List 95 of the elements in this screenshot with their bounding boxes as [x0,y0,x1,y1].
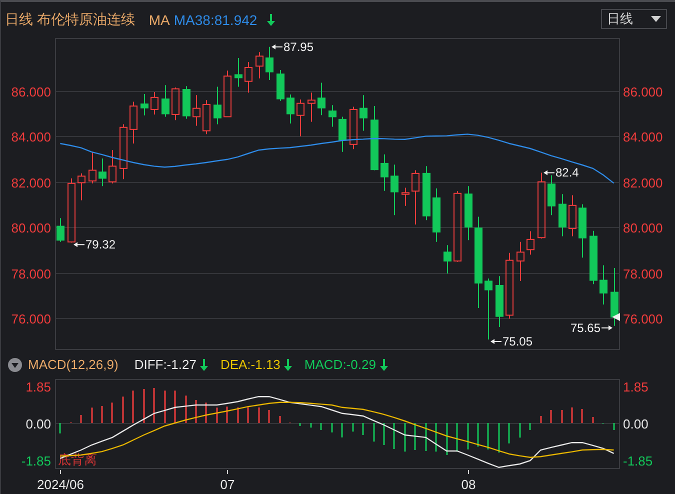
candlestick [422,166,430,221]
candlestick [590,230,598,285]
candlestick [338,116,346,152]
candlestick [548,174,556,216]
candlestick [78,172,86,201]
candlestick [328,104,336,128]
candlestick [244,62,252,94]
price-label: 82.4 [556,166,579,180]
candlestick [380,154,388,192]
candlestick [390,164,398,216]
current-price-marker [612,313,620,322]
axis-label: 78.000 [623,266,663,282]
axis-label: 1.85 [26,380,51,394]
arrow-icon [272,44,282,50]
date-label: 07 [220,477,235,492]
candlestick [444,244,452,274]
candlestick [140,94,148,116]
candlestick [98,158,106,187]
price-label: 87.95 [284,40,314,54]
candlestick [224,70,232,118]
axis-label: 0.00 [623,416,648,432]
candlestick [296,98,304,137]
candlestick [454,190,462,262]
candlestick [256,52,264,79]
indicator-value: DEA:-1.13 [220,357,280,372]
candlestick [202,100,210,135]
candlestick [276,69,284,102]
arrow-icon [74,242,84,248]
caret-icon [651,16,661,22]
candlestick [308,92,316,122]
indicator-value: MA38:81.942 [174,12,258,28]
candlestick [360,94,368,132]
candlestick [600,264,608,306]
candlestick [610,268,618,326]
arrow-icon [490,338,502,344]
candlestick [120,124,128,180]
axis-label: 76.000 [623,312,663,326]
candlestick [558,194,566,237]
axis-label: 78.000 [11,266,51,282]
axis-label: 82.000 [11,176,51,190]
candlestick [484,278,492,340]
axis-label: 82.000 [623,176,663,190]
candlestick [162,84,170,118]
candlestick [350,106,358,150]
axis-label: 84.000 [623,130,663,144]
indicator-value: MACD:-0.29 [304,357,376,372]
price-label: 79.32 [86,238,116,252]
date-label: 08 [461,477,476,492]
candlestick [568,194,576,237]
candlestick [578,204,586,258]
axis-label: 80.000 [11,220,51,236]
indicator-value: DIFF:-1.27 [134,357,196,372]
candlestick [214,86,222,125]
candlestick [172,86,180,121]
chart-title: 日线 布伦特原油连续 [5,11,135,29]
candlestick [496,276,504,328]
candlestick [402,187,410,206]
candlestick [506,252,514,320]
candlestick [56,218,64,242]
price-label: 75.05 [502,334,533,348]
indicator-label: MA [148,12,170,28]
candlestick [370,106,378,171]
axis-label: -1.85 [21,454,51,468]
candlestick [266,46,274,80]
candlestick [68,178,76,244]
price-label: 75.65 [570,320,600,335]
axis-label: 86.000 [11,84,51,100]
axis-label: 1.85 [623,380,648,394]
candlestick [150,92,158,115]
axis-label: 80.000 [623,220,663,236]
candlestick [88,151,96,184]
candlestick [192,94,200,126]
candlestick [108,150,116,184]
candlestick [464,186,472,241]
date-label: 2024/06 [37,477,84,492]
axis-label: 86.000 [623,84,663,100]
candlestick [130,101,138,144]
axis-label: 0.00 [26,416,51,432]
candlestick [526,230,534,256]
candlestick [318,82,326,116]
candlestick [516,241,524,282]
collapse-icon[interactable] [8,358,22,372]
candlestick [182,86,190,120]
arrow-icon [544,170,554,176]
indicator-label: MACD(12,26,9) [28,357,118,372]
candlestick [286,94,294,124]
candlestick [412,170,420,225]
axis-label: 76.000 [11,312,51,326]
axis-label: -1.85 [623,454,653,468]
period-dropdown[interactable]: 日线 [601,9,667,29]
candlestick [432,188,440,242]
candlestick [538,172,546,240]
arrow-icon [602,325,612,330]
candlestick [234,57,242,88]
axis-label: 84.000 [11,130,51,144]
